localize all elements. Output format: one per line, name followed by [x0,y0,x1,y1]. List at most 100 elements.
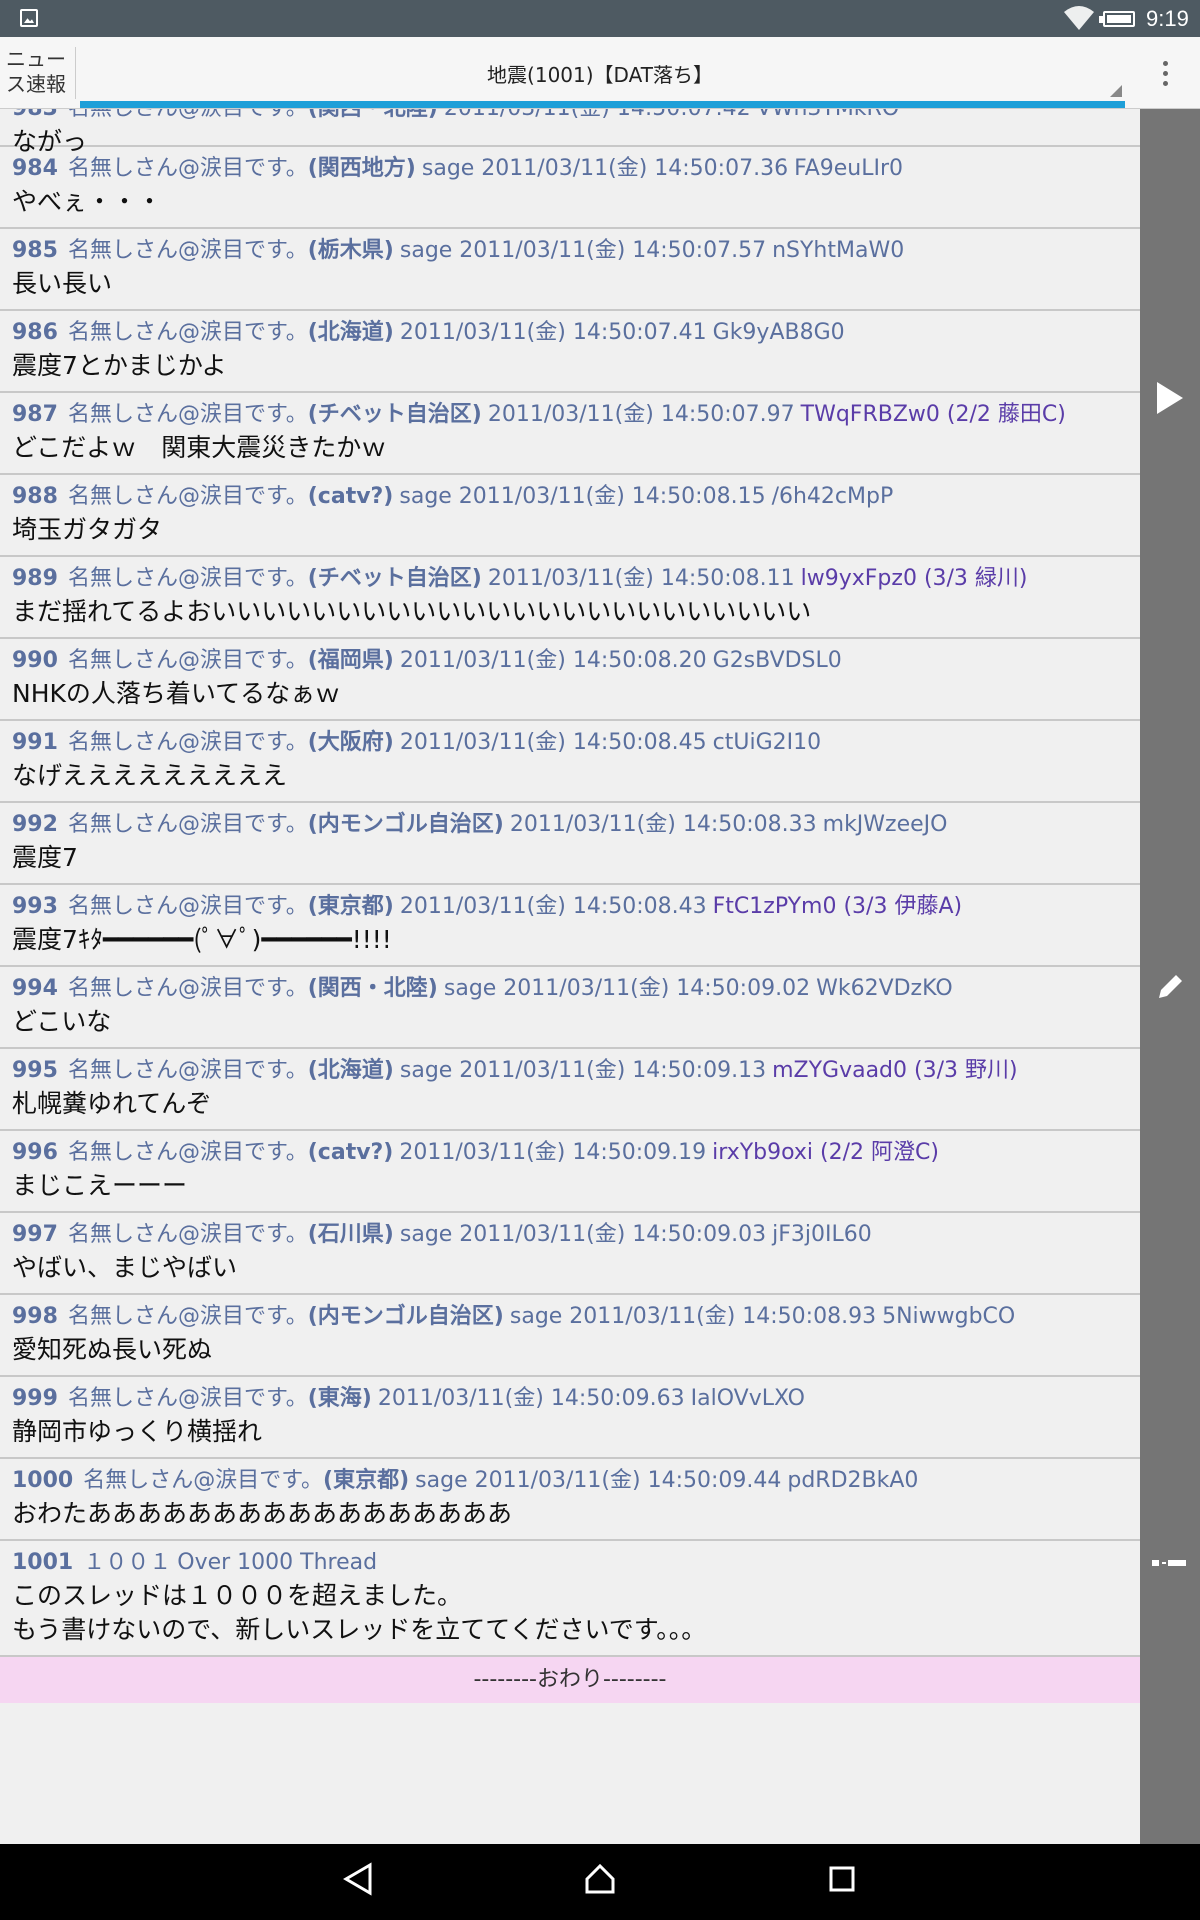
post-number[interactable]: 987 [12,402,58,427]
post-header: 993 名無しさん@涙目です。(東京都) 2011/03/11(金) 14:50:0… [12,885,1128,921]
poster-name: 名無しさん@涙目です。 [67,894,308,919]
post-number[interactable]: 988 [12,484,58,509]
post-item[interactable]: 991 名無しさん@涙目です。(大阪府) 2011/03/11(金) 14:50:0… [0,721,1140,803]
post-body: 震度7ｷﾀ━━━━━━(ﾟ∀ﾟ)━━━━━━!!!! [12,925,392,954]
post-item[interactable]: 1001 １００１ Over 1000 Thread このスレッドは１０００を超えまし… [0,1541,1140,1657]
post-body: このスレッドは１０００を超えました。 もう書けないので、新しいスレッドを立ててく… [12,1581,707,1644]
post-item[interactable]: 996 名無しさん@涙目です。(catv?) 2011/03/11(金) 14:50… [0,1131,1140,1213]
post-number[interactable]: 999 [12,1386,58,1411]
post-number[interactable]: 995 [12,1058,58,1083]
poster-area: (内モンゴル自治区) [307,1304,504,1329]
post-header: 991 名無しさん@涙目です。(大阪府) 2011/03/11(金) 14:50:0… [12,721,1128,757]
post-number[interactable]: 996 [12,1140,58,1165]
post-item[interactable]: 986 名無しさん@涙目です。(北海道) 2011/03/11(金) 14:50:0… [0,311,1140,393]
poster-id[interactable]: IalOVvLXO [691,1386,805,1411]
poster-id[interactable]: lw9yxFpz0 (3/3 緑川) [801,566,1028,591]
post-body: まだ揺れてるよおいいいいいいいいいいいいいいいいいいいいいいいい [12,597,812,626]
poster-id[interactable]: pdRD2BkA0 [787,1468,918,1493]
poster-id[interactable]: Wk62VDzKO [816,976,953,1001]
post-number[interactable]: 991 [12,730,58,755]
post-item[interactable]: 989 名無しさん@涙目です。(チベット自治区) 2011/03/11(金) 14:… [0,557,1140,639]
post-date: 2011/03/11(金) 14:50:07.41 [399,320,707,345]
post-item[interactable]: 984 名無しさん@涙目です。(関西地方) sage 2011/03/11(金) 1… [0,147,1140,229]
poster-id[interactable]: FA9euLIr0 [794,156,903,181]
post-body: なげえええええええええ [12,761,288,790]
post-header: 995 名無しさん@涙目です。(北海道) sage 2011/03/11(金) 14… [12,1049,1128,1085]
post-header: 988 名無しさん@涙目です。(catv?) sage 2011/03/11(金) … [12,475,1128,511]
post-body: まじこえーーー [12,1171,188,1200]
post-item[interactable]: 985 名無しさん@涙目です。(栃木県) sage 2011/03/11(金) 14… [0,229,1140,311]
post-number[interactable]: 1001 [12,1550,73,1575]
poster-id[interactable]: irxYb9oxi (2/2 阿澄C) [712,1140,939,1165]
post-header: 997 名無しさん@涙目です。(石川県) sage 2011/03/11(金) 14… [12,1213,1128,1249]
post-number[interactable]: 984 [12,156,58,181]
poster-id[interactable]: TWqFRBZw0 (2/2 藤田C) [801,402,1066,427]
post-body: おわたあああああああああああああああああ [12,1499,513,1528]
post-date: sage 2011/03/11(金) 14:50:08.93 [509,1304,877,1329]
home-circle-icon[interactable] [583,1862,617,1900]
post-header: 999 名無しさん@涙目です。(東海) 2011/03/11(金) 14:50:09… [12,1377,1128,1413]
post-item[interactable]: 988 名無しさん@涙目です。(catv?) sage 2011/03/11(金) … [0,475,1140,557]
post-number[interactable]: 993 [12,894,58,919]
poster-id[interactable]: ctUiG2I10 [713,730,821,755]
post-item[interactable]: 992 名無しさん@涙目です。(内モンゴル自治区) 2011/03/11(金) 14… [0,803,1140,885]
poster-id[interactable]: mZYGvaad0 (3/3 野川) [772,1058,1018,1083]
post-header: 989 名無しさん@涙目です。(チベット自治区) 2011/03/11(金) 14:… [12,557,1128,593]
play-icon[interactable] [1157,382,1183,414]
poster-name: 名無しさん@涙目です。 [67,730,308,755]
post-item[interactable]: 990 名無しさん@涙目です。(福岡県) 2011/03/11(金) 14:50:0… [0,639,1140,721]
recents-square-icon[interactable] [827,1862,857,1900]
pencil-icon[interactable] [1156,971,1186,1005]
poster-name: 名無しさん@涙目です。 [67,648,308,673]
post-body: 震度7 [12,843,78,872]
post-number[interactable]: 998 [12,1304,58,1329]
post-item[interactable]: 993 名無しさん@涙目です。(東京都) 2011/03/11(金) 14:50:0… [0,885,1140,967]
post-date: 2011/03/11(金) 14:50:09.19 [399,1140,707,1165]
post-number[interactable]: 986 [12,320,58,345]
post-number[interactable]: 989 [12,566,58,591]
post-item[interactable]: 983 名無しさん@涙目です。(関西・北陸) 2011/03/11(金) 14:50… [0,109,1140,156]
post-item[interactable]: 987 名無しさん@涙目です。(チベット自治区) 2011/03/11(金) 14:… [0,393,1140,475]
post-item[interactable]: 998 名無しさん@涙目です。(内モンゴル自治区) sage 2011/03/11(… [0,1295,1140,1377]
post-list[interactable]: 983名無しさん@涙目です。(関西・北陸)2011/03/11(金) 14:50… [0,109,1140,1844]
post-number[interactable]: 994 [12,976,58,1001]
post-number[interactable]: 983 [12,109,58,121]
post-body: NHKの人落ち着いてるなぁｗ [12,679,341,708]
post-body: 札幌糞ゆれてんぞ [12,1089,212,1118]
poster-id[interactable]: nSYhtMaW0 [772,238,904,263]
poster-id[interactable]: 5NiwwgbCO [882,1304,1015,1329]
poster-id[interactable]: VWh3TMkRO [757,109,900,121]
poster-name: 名無しさん@涙目です。 [67,1222,308,1247]
overflow-menu-icon[interactable] [1130,37,1200,109]
back-triangle-icon[interactable] [342,1862,374,1900]
resize-corner-icon[interactable] [1110,85,1122,97]
post-number[interactable]: 985 [12,238,58,263]
post-date: 2011/03/11(金) 14:50:08.33 [509,812,817,837]
post-item[interactable]: 999 名無しさん@涙目です。(東海) 2011/03/11(金) 14:50:09… [0,1377,1140,1459]
poster-id[interactable]: /6h42cMpP [772,484,894,509]
poster-area: (catv?) [307,484,394,509]
post-number[interactable]: 997 [12,1222,58,1247]
poster-name: 名無しさん@涙目です。 [67,1140,308,1165]
post-number[interactable]: 990 [12,648,58,673]
post-date: 2011/03/11(金) 14:50:07.42 [444,109,751,121]
board-back-button[interactable]: ニュー ス速報 [0,47,76,99]
post-item[interactable]: 995 名無しさん@涙目です。(北海道) sage 2011/03/11(金) 14… [0,1049,1140,1131]
post-number[interactable]: 992 [12,812,58,837]
post-header: 1001 １００１ Over 1000 Thread [12,1541,1128,1577]
post-item[interactable]: 997 名無しさん@涙目です。(石川県) sage 2011/03/11(金) 14… [0,1213,1140,1295]
poster-id[interactable]: FtC1zPYm0 (3/3 伊藤A) [713,894,962,919]
poster-id[interactable]: jF3j0IL60 [772,1222,872,1247]
system-nav-bar [0,1844,1200,1920]
poster-id[interactable]: Gk9yAB8G0 [713,320,845,345]
post-date: 2011/03/11(金) 14:50:08.11 [487,566,795,591]
side-rail [1140,109,1200,1844]
post-item[interactable]: 1000 名無しさん@涙目です。(東京都) sage 2011/03/11(金) 1… [0,1459,1140,1541]
poster-id[interactable]: G2sBVDSL0 [713,648,842,673]
end-of-thread-banner: --------おわり-------- [0,1657,1140,1703]
post-item[interactable]: 994 名無しさん@涙目です。(関西・北陸) sage 2011/03/11(金) … [0,967,1140,1049]
scroll-handle-icon[interactable] [1152,1555,1188,1574]
post-number[interactable]: 1000 [12,1468,73,1493]
post-body: やべぇ・・・ [12,187,163,216]
poster-id[interactable]: mkJWzeeJO [823,812,948,837]
